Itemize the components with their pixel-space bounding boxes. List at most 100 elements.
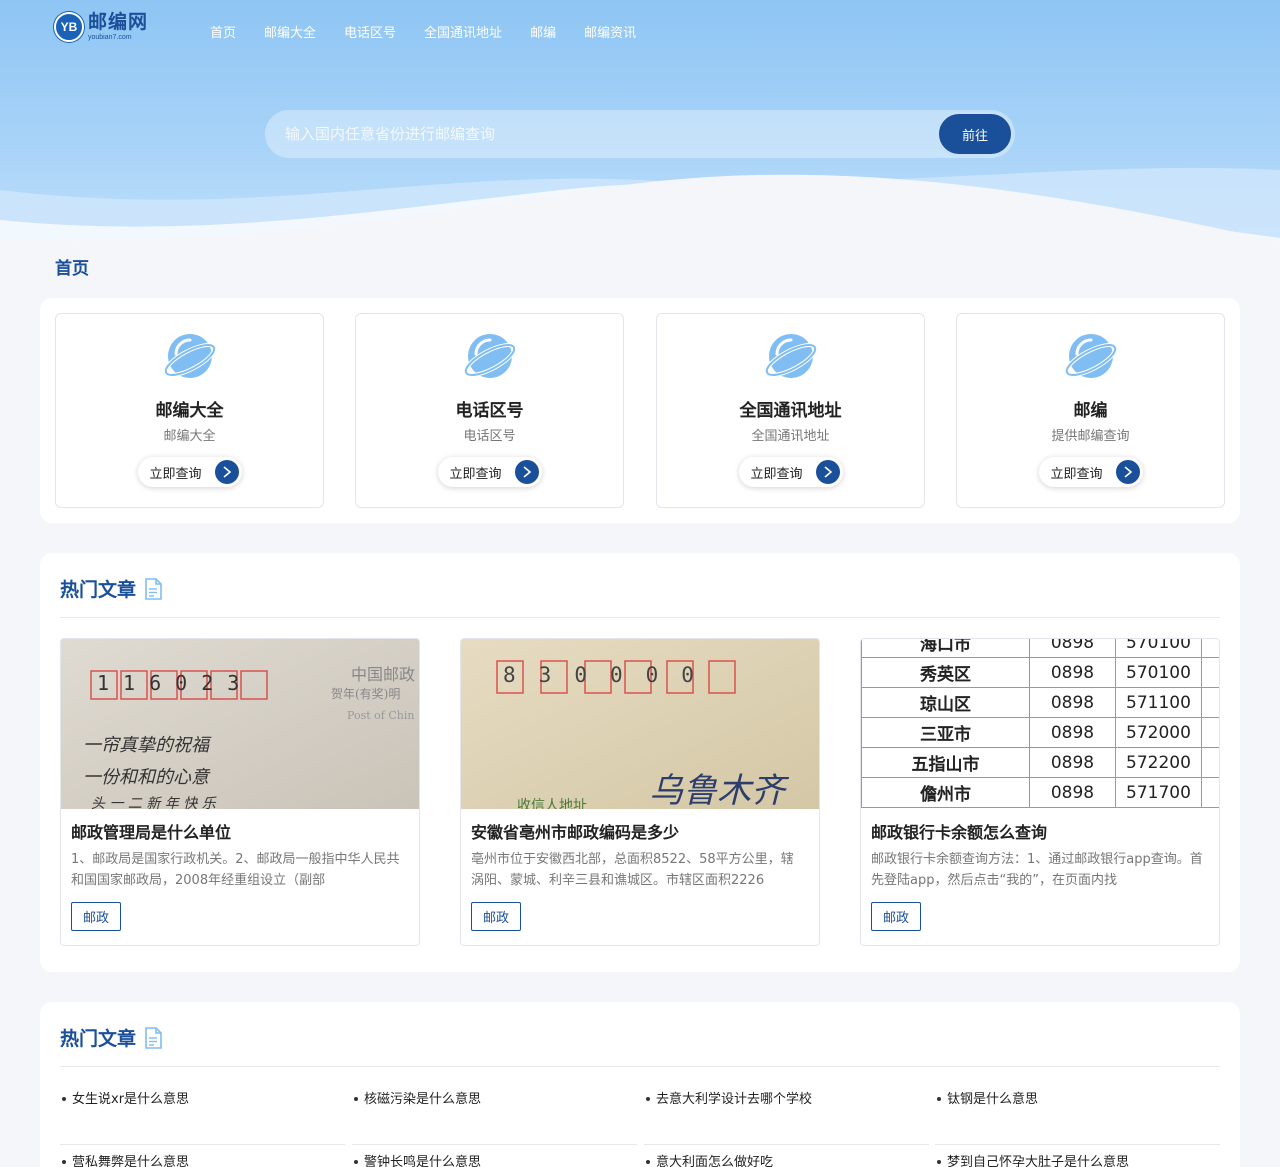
site-logo[interactable]: YB 邮编网 youbian7.com <box>54 12 148 42</box>
query-button-label: 立即查询 <box>1050 466 1103 482</box>
planet-icon <box>764 334 817 378</box>
document-icon <box>145 577 162 600</box>
table-row: 三亚市 0898 572000 <box>861 717 1219 748</box>
planet-icon <box>463 334 516 378</box>
table-row: 秀英区 0898 570100 <box>861 657 1219 688</box>
article-summary: 邮政银行卡余额查询方法：1、通过邮政银行app查询。首先登陆app，然后点击“我… <box>871 852 1203 888</box>
list-item[interactable]: 女生说xr是什么意思 <box>60 1082 345 1145</box>
article-title[interactable]: 邮政银行卡余额怎么查询 <box>871 819 1047 843</box>
feature-card-addresses[interactable]: 全国通讯地址 全国通讯地址 立即查询 <box>656 313 925 508</box>
query-button[interactable]: 立即查询 <box>137 457 242 487</box>
search-bar: 前往 <box>265 110 1015 158</box>
divider <box>60 617 1220 618</box>
article-image-envelope[interactable]: 830000 乌鲁木齐 收信人地址 <box>461 639 819 809</box>
zipcode-table: 海口市 0898 570100 秀英区 0898 570100 琼山区 0898 571100 三… <box>861 639 1219 808</box>
query-button-label: 立即查询 <box>750 466 803 482</box>
list-item[interactable]: 梦到自己怀孕大肚子是什么意思 <box>935 1145 1220 1167</box>
envelope-print: 贺年(有奖)明 <box>331 687 401 701</box>
list-item[interactable]: 核磁污染是什么意思 <box>352 1082 637 1145</box>
feature-desc: 提供邮编查询 <box>1051 429 1130 444</box>
feature-card-area-codes[interactable]: 电话区号 电话区号 立即查询 <box>355 313 624 508</box>
article-title[interactable]: 邮政管理局是什么单位 <box>71 819 231 843</box>
article-card[interactable]: 830000 乌鲁木齐 收信人地址 安徽省亳州市邮政编码是多少 亳州市位于安徽西… <box>460 638 820 946</box>
handwritten-zipcode: 830000 <box>503 663 717 687</box>
article-card[interactable]: 海口市 0898 570100 秀英区 0898 570100 琼山区 0898 571100 三… <box>860 638 1220 946</box>
document-icon <box>145 1026 162 1049</box>
nav-item-area-codes[interactable]: 电话区号 <box>344 22 396 41</box>
breadcrumb[interactable]: 首页 <box>55 254 89 279</box>
table-row: 海口市 0898 570100 <box>861 639 1219 658</box>
logo-mark: YB <box>54 12 84 42</box>
nav-item-news[interactable]: 邮编资讯 <box>584 22 636 41</box>
query-button[interactable]: 立即查询 <box>738 457 843 487</box>
table-row: 琼山区 0898 571100 <box>861 687 1219 718</box>
handwriting: 头 一 二 新 年 快 乐 <box>91 796 216 809</box>
hot-articles-list-panel: 热门文章 女生说xr是什么意思 营私舞弊是什么意思 核磁污染是什么意思 警钟长鸣… <box>40 1002 1240 1167</box>
table-row: 五指山市 0898 572200 <box>861 747 1219 778</box>
list-item[interactable]: 警钟长鸣是什么意思 <box>352 1145 637 1167</box>
article-summary: 1、邮政局是国家行政机关。2、邮政局一般指中华人民共和国国家邮政局，2008年经… <box>71 852 400 888</box>
table-cell: 秀英区 <box>861 657 1030 688</box>
query-button-label: 立即查询 <box>149 466 202 482</box>
planet-icon <box>1064 334 1117 378</box>
article-tag[interactable]: 邮政 <box>471 902 521 931</box>
list-item[interactable]: 意大利面怎么做好吃 <box>644 1145 929 1167</box>
article-tag[interactable]: 邮政 <box>871 902 921 931</box>
feature-title: 邮编大全 <box>155 401 224 421</box>
table-cell: 571700 <box>1115 777 1202 808</box>
nav-item-home[interactable]: 首页 <box>210 22 236 41</box>
article-image-table[interactable]: 海口市 0898 570100 秀英区 0898 570100 琼山区 0898 571100 三… <box>861 639 1219 809</box>
nav-item-zipcode[interactable]: 邮编 <box>530 22 556 41</box>
list-item[interactable]: 钛钢是什么意思 <box>935 1082 1220 1145</box>
logo-domain: youbian7.com <box>88 34 132 41</box>
table-cell: 570100 <box>1115 657 1202 688</box>
table-cell: 0898 <box>1029 747 1116 778</box>
query-button[interactable]: 立即查询 <box>1038 457 1143 487</box>
list-item[interactable]: 去意大利学设计去哪个学校 <box>644 1082 929 1145</box>
query-button[interactable]: 立即查询 <box>437 457 542 487</box>
hot-articles-panel: 热门文章 116023 中国邮政 贺年(有奖)明 Post of Chin 一帘… <box>40 553 1240 972</box>
table-cell: 0898 <box>1029 639 1116 658</box>
search-input[interactable] <box>285 110 925 158</box>
hero-waves <box>0 167 1280 245</box>
table-cell: 0898 <box>1029 687 1116 718</box>
table-cell: 571100 <box>1115 687 1202 718</box>
section-title: 热门文章 <box>60 575 162 602</box>
table-cell: 0898 <box>1029 657 1116 688</box>
article-title[interactable]: 安徽省亳州市邮政编码是多少 <box>471 819 679 843</box>
feature-card-zipcodes[interactable]: 邮编大全 邮编大全 立即查询 <box>55 313 324 508</box>
handwritten-zipcode: 116023 <box>97 671 254 695</box>
article-card[interactable]: 116023 中国邮政 贺年(有奖)明 Post of Chin 一帘真挚的祝福… <box>60 638 420 946</box>
list-item[interactable]: 营私舞弊是什么意思 <box>60 1145 345 1167</box>
divider <box>60 1066 1220 1067</box>
handwriting: 一份和和的心意 <box>83 767 209 788</box>
envelope-print: 收信人地址 <box>517 798 587 809</box>
handwriting: 一帘真挚的祝福 <box>83 735 209 756</box>
feature-desc: 全国通讯地址 <box>751 429 830 444</box>
main-nav: 首页 邮编大全 电话区号 全国通讯地址 邮编 邮编资讯 <box>196 22 650 41</box>
search-button[interactable]: 前往 <box>937 112 1013 156</box>
logo-title: 邮编网 <box>88 11 149 33</box>
hero-banner: YB 邮编网 youbian7.com 首页 邮编大全 电话区号 全国通讯地址 … <box>0 0 1280 245</box>
feature-desc: 邮编大全 <box>163 429 216 444</box>
chevron-right-icon <box>514 460 539 484</box>
table-row: 儋州市 0898 571700 <box>861 777 1219 808</box>
table-cell: 三亚市 <box>861 717 1030 748</box>
handwriting: 乌鲁木齐 <box>649 771 785 809</box>
table-cell: 572200 <box>1115 747 1202 778</box>
chevron-right-icon <box>815 460 840 484</box>
table-cell: 海口市 <box>861 639 1030 658</box>
table-cell: 570100 <box>1115 639 1202 658</box>
chevron-right-icon <box>214 460 239 484</box>
section-title: 热门文章 <box>60 1024 162 1051</box>
nav-item-zipcodes[interactable]: 邮编大全 <box>264 22 316 41</box>
envelope-print: Post of Chin <box>347 709 415 722</box>
features-panel: 邮编大全 邮编大全 立即查询 电话区号 电话区号 立即查询 全国通讯地址 全国通… <box>40 298 1240 523</box>
nav-item-addresses[interactable]: 全国通讯地址 <box>424 22 502 41</box>
article-tag[interactable]: 邮政 <box>71 902 121 931</box>
article-image-envelope[interactable]: 116023 中国邮政 贺年(有奖)明 Post of Chin 一帘真挚的祝福… <box>61 639 419 809</box>
table-cell: 0898 <box>1029 717 1116 748</box>
feature-card-zipcode[interactable]: 邮编 提供邮编查询 立即查询 <box>956 313 1225 508</box>
article-list-column: 钛钢是什么意思 梦到自己怀孕大肚子是什么意思 <box>935 1082 1220 1167</box>
table-cell: 0898 <box>1029 777 1116 808</box>
